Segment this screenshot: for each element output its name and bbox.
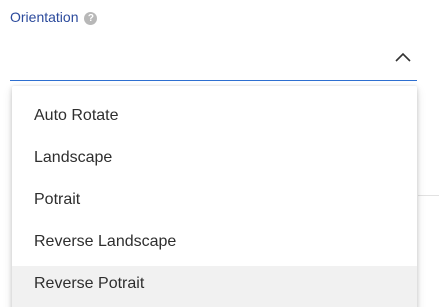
dropdown-options-list: Auto Rotate Landscape Potrait Reverse La…	[12, 86, 417, 307]
orientation-dropdown-menu: Auto Rotate Landscape Potrait Reverse La…	[12, 86, 417, 307]
background-divider	[418, 195, 439, 196]
option-reverse-landscape[interactable]: Reverse Landscape	[12, 224, 417, 266]
option-potrait[interactable]: Potrait	[12, 182, 417, 224]
chevron-up-icon[interactable]	[395, 52, 411, 62]
question-icon[interactable]: ?	[84, 12, 98, 25]
option-auto-rotate[interactable]: Auto Rotate	[12, 98, 417, 140]
orientation-label-row: Orientation ?	[10, 9, 98, 25]
orientation-select[interactable]	[10, 44, 417, 81]
option-reverse-potrait[interactable]: Reverse Potrait	[12, 266, 417, 307]
field-label: Orientation	[10, 9, 79, 25]
option-landscape[interactable]: Landscape	[12, 140, 417, 182]
orientation-picker: Orientation ? Auto Rotate Landscape Potr…	[0, 0, 439, 307]
